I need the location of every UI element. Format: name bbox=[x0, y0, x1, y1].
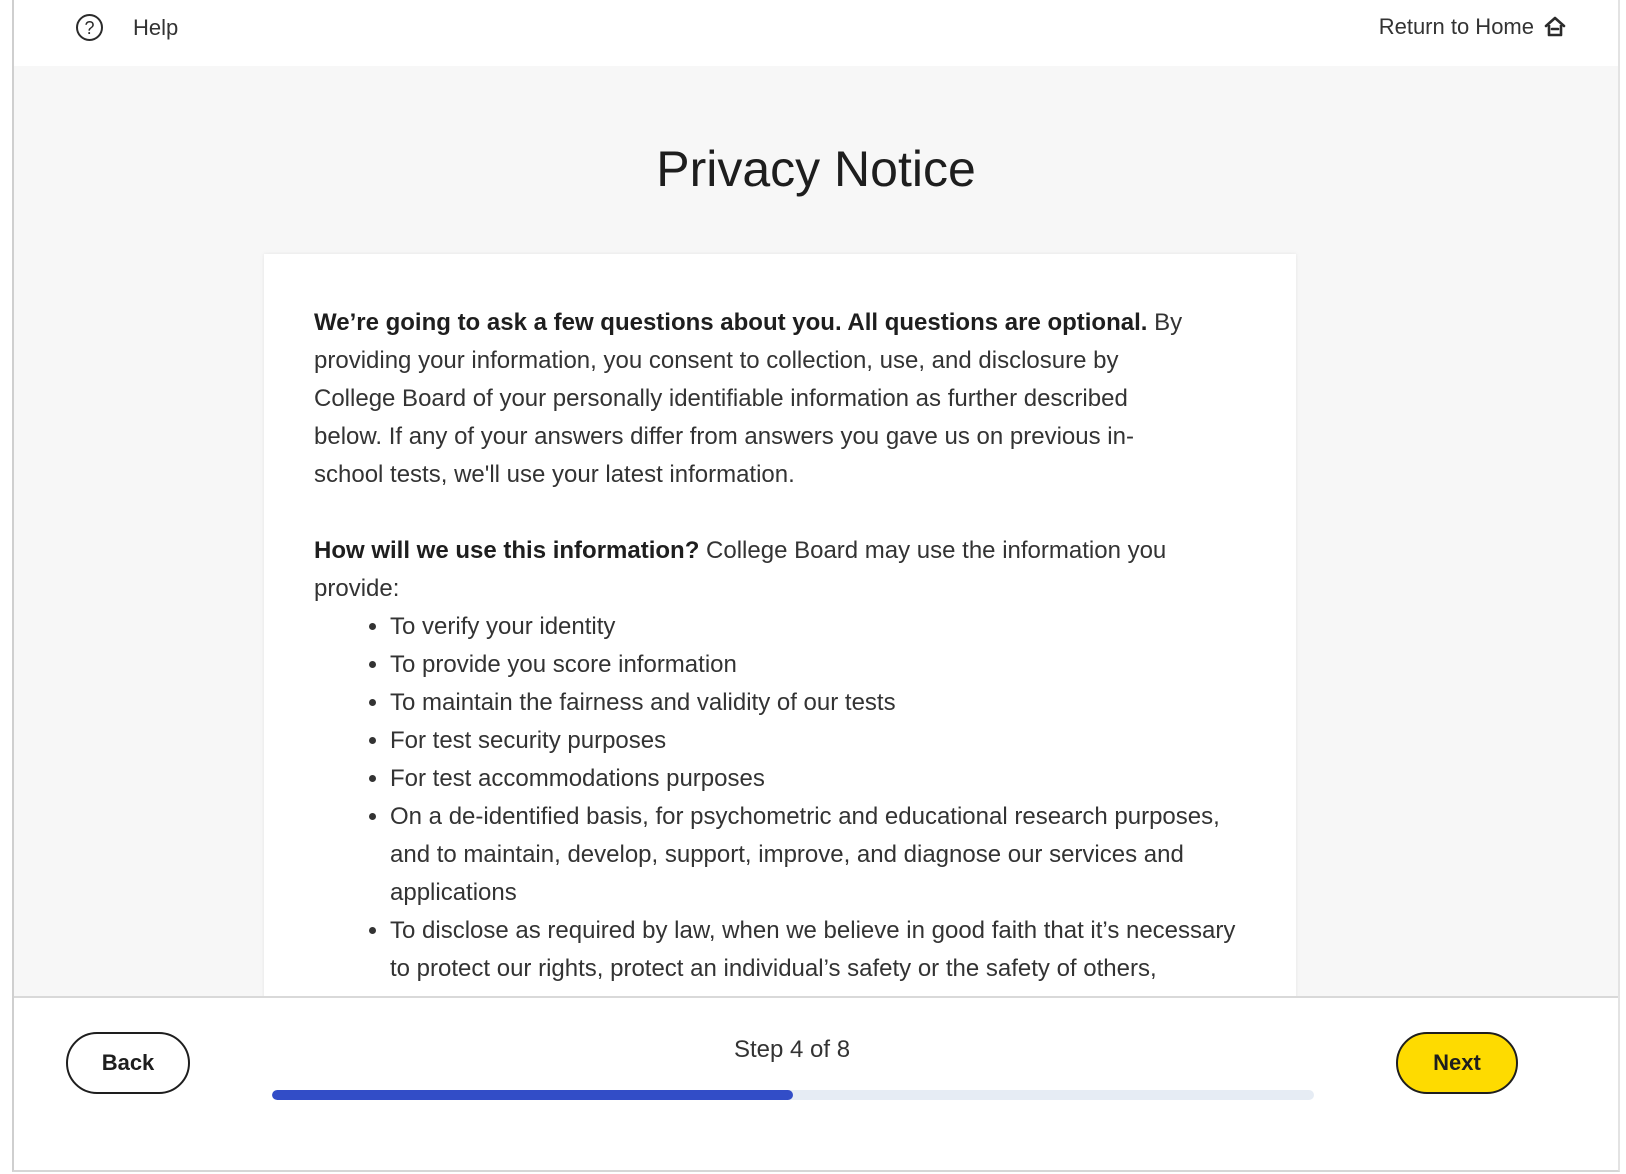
app-frame: ? Help Return to Home Privacy Notice We’… bbox=[12, 0, 1620, 1172]
next-button[interactable]: Next bbox=[1396, 1032, 1518, 1094]
list-item: To maintain the fairness and validity of… bbox=[390, 684, 1250, 722]
list-item: For test accommodations purposes bbox=[390, 760, 1250, 798]
top-bar: ? Help Return to Home bbox=[14, 0, 1618, 66]
usage-paragraph: How will we use this information? Colleg… bbox=[314, 532, 1184, 608]
list-item: To verify your identity bbox=[390, 608, 1250, 646]
progress-fill bbox=[272, 1090, 793, 1100]
step-indicator: Step 4 of 8 bbox=[733, 1036, 851, 1063]
progress-bar bbox=[272, 1090, 1314, 1100]
page-title: Privacy Notice bbox=[656, 141, 976, 197]
list-item: On a de-identified basis, for psychometr… bbox=[390, 798, 1250, 912]
return-to-home-button[interactable]: Return to Home bbox=[1379, 14, 1568, 40]
home-icon bbox=[1544, 16, 1566, 37]
intro-paragraph: We’re going to ask a few questions about… bbox=[314, 304, 1184, 494]
help-button[interactable]: ? Help bbox=[76, 14, 178, 41]
privacy-notice-card: We’re going to ask a few questions about… bbox=[264, 254, 1296, 1054]
return-to-home-label: Return to Home bbox=[1378, 14, 1534, 39]
question-circle-icon: ? bbox=[76, 14, 103, 41]
list-item: To provide you score information bbox=[390, 646, 1250, 684]
list-item: For test security purposes bbox=[390, 722, 1250, 760]
intro-bold-text: We’re going to ask a few questions about… bbox=[314, 309, 1148, 336]
help-label: Help bbox=[133, 14, 179, 40]
footer-nav: Back Step 4 of 8 Next bbox=[14, 996, 1618, 1170]
usage-list: To verify your identity To provide you s… bbox=[314, 608, 1250, 1026]
usage-bold-text: How will we use this information? bbox=[314, 537, 700, 564]
